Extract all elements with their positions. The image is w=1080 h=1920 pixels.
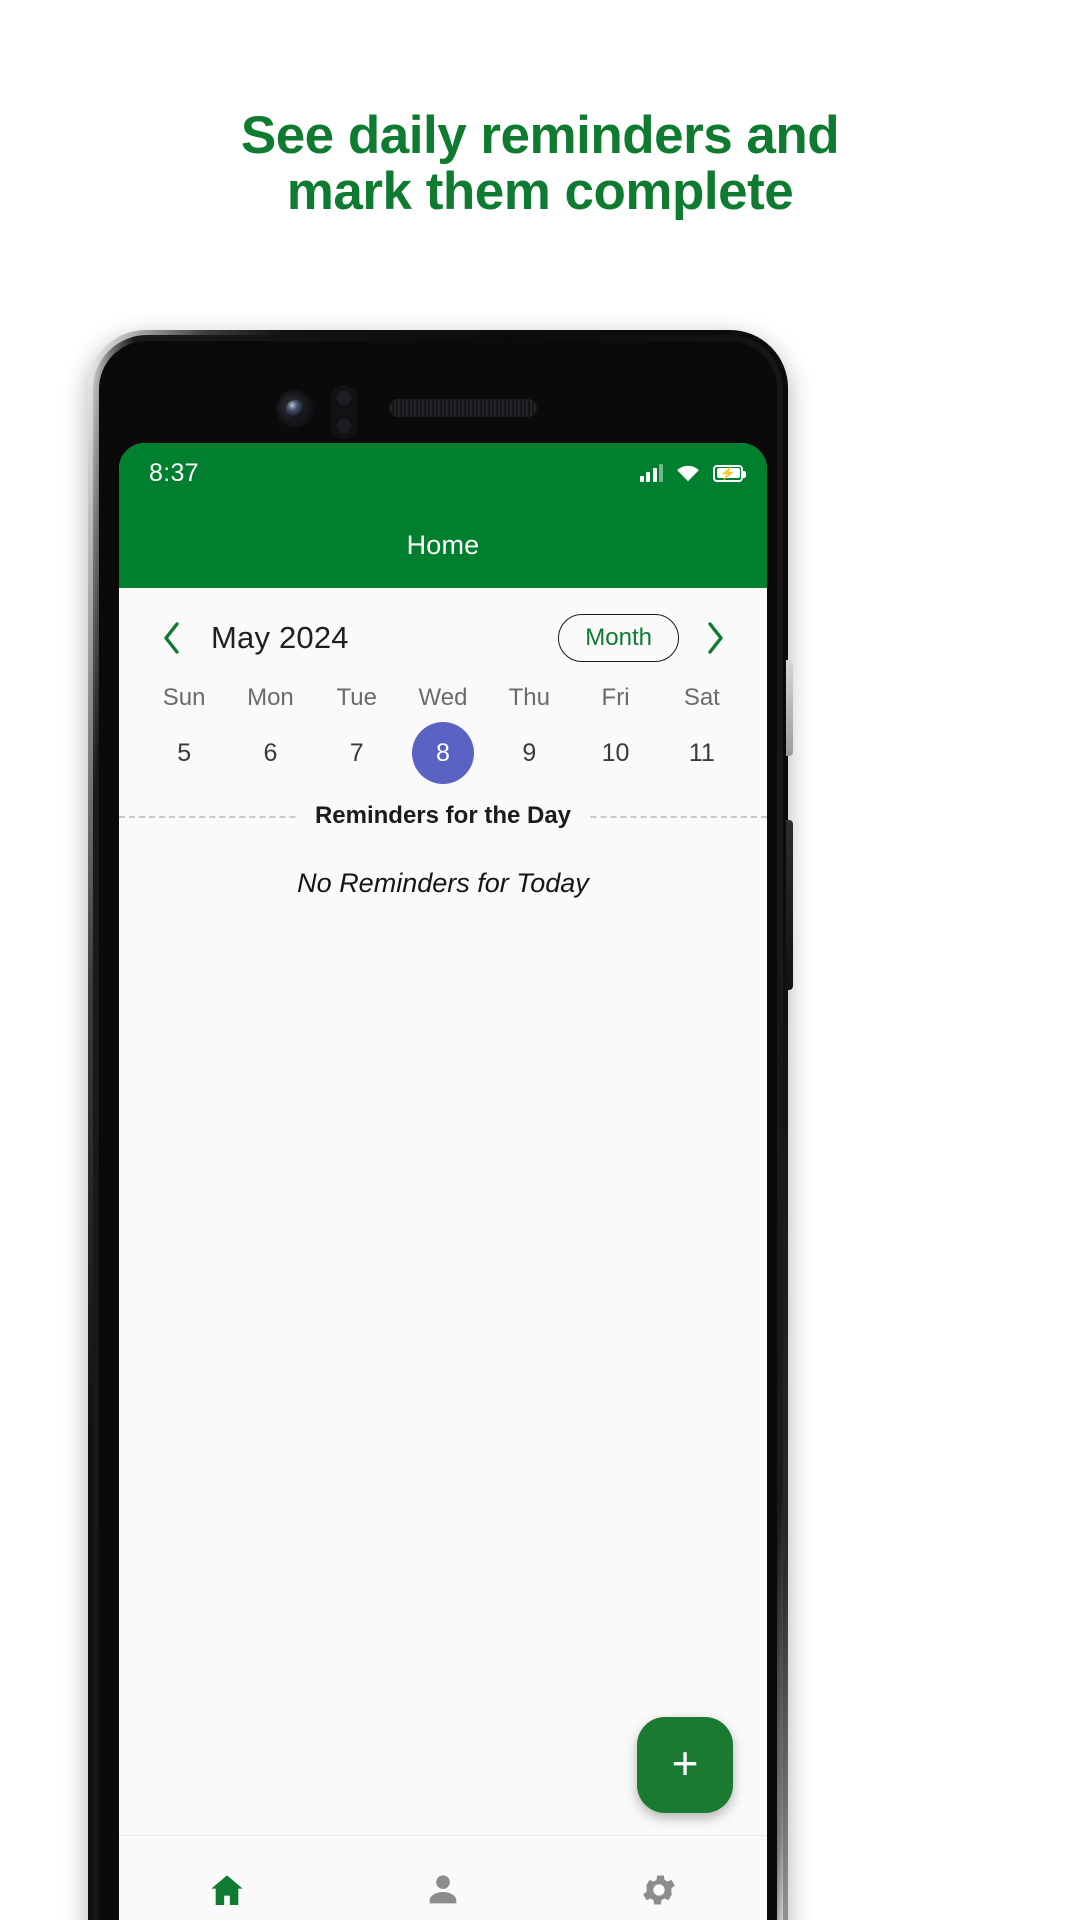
status-bar: 8:37 ⚡ [119, 443, 767, 503]
phone-mockup: 8:37 ⚡ Home May 2024 Month Sun 5 Mon 6 T… [88, 330, 793, 1920]
headline-line-2: mark them complete [286, 162, 794, 221]
calendar-day-cell[interactable]: Tue 7 [314, 684, 400, 788]
app-bar: Home [119, 503, 767, 588]
power-button[interactable] [786, 820, 793, 990]
calendar-day-name: Fri [601, 684, 630, 711]
calendar-day-name: Thu [508, 684, 550, 711]
phone-screen: 8:37 ⚡ Home May 2024 Month Sun 5 Mon 6 T… [119, 443, 767, 1920]
volume-button[interactable] [786, 660, 793, 756]
reminders-section-title: Reminders for the Day [298, 802, 588, 830]
calendar-week-row: Sun 5 Mon 6 Tue 7 Wed 8 Thu 9 Fri 10 Sat… [119, 670, 767, 788]
phone-frame: 8:37 ⚡ Home May 2024 Month Sun 5 Mon 6 T… [93, 335, 783, 1920]
calendar-day-cell[interactable]: Sun 5 [141, 684, 227, 788]
gear-icon [639, 1870, 679, 1910]
home-icon [207, 1870, 247, 1910]
calendar-day-number: 5 [177, 739, 192, 767]
front-camera-icon [275, 389, 315, 429]
battery-charging-icon: ⚡ [713, 464, 746, 482]
calendar-day-name: Tue [336, 684, 377, 711]
calendar-day-name: Mon [247, 684, 294, 711]
chevron-right-icon[interactable] [693, 621, 737, 655]
calendar-day-number: 10 [601, 739, 630, 767]
promo-screenshot: See daily reminders and mark them comple… [0, 0, 1080, 1920]
calendar-view-toggle[interactable]: Month [558, 614, 679, 662]
calendar-day-name: Sun [162, 684, 206, 711]
signal-icon [639, 464, 663, 482]
status-bar-clock: 8:37 [149, 458, 199, 487]
calendar-day-cell-selected[interactable]: Wed 8 [400, 684, 486, 788]
status-bar-icons: ⚡ [639, 464, 746, 482]
proximity-sensor-icon [331, 385, 357, 439]
bottom-navigation [119, 1835, 767, 1920]
chevron-left-icon[interactable] [149, 621, 193, 655]
calendar-day-cell[interactable]: Sat 11 [659, 684, 745, 788]
wifi-icon [676, 464, 700, 482]
calendar-day-cell[interactable]: Thu 9 [486, 684, 572, 788]
calendar-day-name: Sat [683, 684, 720, 711]
person-icon [423, 1870, 463, 1910]
add-reminder-fab[interactable]: + [637, 1717, 733, 1813]
calendar-day-number-selected: 8 [411, 722, 474, 784]
calendar-day-number: 7 [349, 739, 364, 767]
reminders-section-divider: Reminders for the Day [119, 796, 767, 836]
calendar-day-cell[interactable]: Fri 10 [572, 684, 658, 788]
nav-item-profile[interactable] [335, 1870, 551, 1910]
nav-item-home[interactable] [119, 1870, 335, 1910]
calendar-header: May 2024 Month [119, 598, 767, 670]
nav-item-settings[interactable] [551, 1870, 767, 1910]
calendar-day-number: 9 [522, 739, 537, 767]
calendar-day-name: Wed [418, 684, 468, 711]
phone-bezel: 8:37 ⚡ Home May 2024 Month Sun 5 Mon 6 T… [99, 341, 777, 1920]
calendar-day-number: 6 [263, 739, 278, 767]
calendar-month-label: May 2024 [211, 620, 349, 655]
calendar-day-cell[interactable]: Mon 6 [227, 684, 313, 788]
promo-headline: See daily reminders and mark them comple… [0, 108, 1080, 220]
headline-line-1: See daily reminders and [240, 106, 840, 165]
page-title: Home [406, 530, 480, 560]
calendar-day-number: 11 [688, 739, 715, 767]
reminders-empty-message: No Reminders for Today [297, 868, 589, 898]
earpiece-speaker-icon [389, 399, 537, 417]
calendar-widget: May 2024 Month Sun 5 Mon 6 Tue 7 Wed 8 T… [119, 588, 767, 788]
plus-icon: + [671, 1737, 699, 1789]
